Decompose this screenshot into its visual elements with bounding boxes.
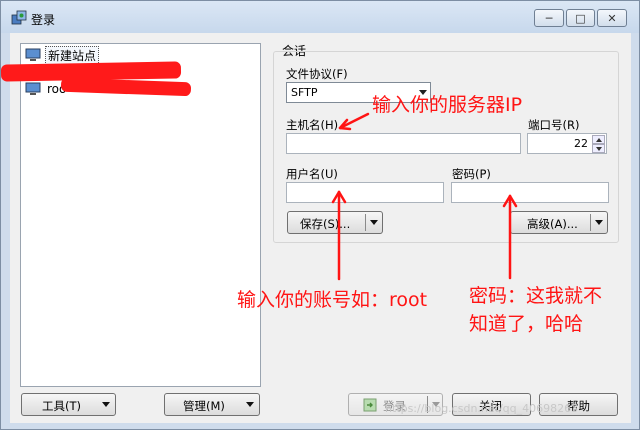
password-annotation-line2: 知道了，哈哈 (469, 313, 584, 335)
split-divider (590, 214, 591, 231)
chevron-down-icon (102, 402, 110, 407)
tree-item-new-site[interactable]: 新建站点 (25, 45, 100, 65)
monitor-icon (25, 48, 41, 61)
password-input[interactable] (451, 182, 609, 203)
protocol-value: SFTP (291, 86, 318, 99)
maximize-button[interactable]: □ (566, 9, 595, 27)
dialog-body: 新建站点 roo 会话 文件协议(F) SFTP 主机名(H) 端口号(R) 2… (0, 33, 631, 423)
save-button-label: 保存(S)... (300, 217, 351, 231)
host-label: 主机名(H) (286, 118, 339, 132)
manage-button-label: 管理(M) (183, 399, 225, 413)
user-label: 用户名(U) (286, 167, 338, 181)
stepper-down-icon[interactable] (592, 144, 605, 153)
minimize-icon: ─ (545, 11, 553, 25)
redaction-mark (60, 77, 192, 97)
tools-button[interactable]: 工具(T) (21, 393, 116, 416)
advanced-button[interactable]: 高级(A)... (510, 211, 608, 234)
close-icon: ✕ (607, 11, 617, 25)
port-value: 22 (574, 137, 588, 150)
username-annotation: 输入你的账号如：root (237, 289, 428, 311)
chevron-down-icon (246, 402, 254, 407)
split-divider (365, 214, 366, 231)
monitor-icon (25, 82, 41, 95)
watermark: https://blog.csdn.net/qq_40698263 (385, 402, 579, 415)
save-button[interactable]: 保存(S)... (287, 211, 383, 234)
tree-item-label: 新建站点 (45, 45, 100, 65)
protocol-label: 文件协议(F) (286, 67, 348, 81)
host-annotation: 输入你的服务器IP (372, 94, 523, 116)
tools-button-label: 工具(T) (42, 399, 81, 413)
username-input[interactable] (286, 182, 444, 203)
login-window: 登录 ─ □ ✕ 新建站点 roo 会话 文件协议(F) SFTP 主机名(H)… (0, 0, 640, 430)
site-tree[interactable]: 新建站点 roo (0, 43, 261, 387)
title-bar: 登录 ─ □ ✕ (1, 1, 639, 33)
password-annotation-line1: 密码：这我就不 (469, 285, 603, 307)
stepper-up-icon[interactable] (592, 135, 605, 144)
minimize-button[interactable]: ─ (534, 9, 564, 27)
maximize-icon: □ (575, 11, 586, 25)
host-input[interactable] (286, 133, 521, 154)
chevron-down-icon[interactable] (595, 220, 603, 225)
manage-button[interactable]: 管理(M) (164, 393, 260, 416)
winscp-app-icon (11, 10, 27, 25)
login-icon (363, 398, 377, 412)
advanced-button-label: 高级(A)... (527, 217, 578, 231)
window-title: 登录 (31, 13, 56, 27)
chevron-down-icon[interactable] (370, 220, 378, 225)
port-label: 端口号(R) (528, 118, 580, 132)
port-stepper[interactable]: 22 (527, 133, 607, 154)
password-label: 密码(P) (452, 167, 491, 181)
close-window-button[interactable]: ✕ (597, 9, 627, 27)
